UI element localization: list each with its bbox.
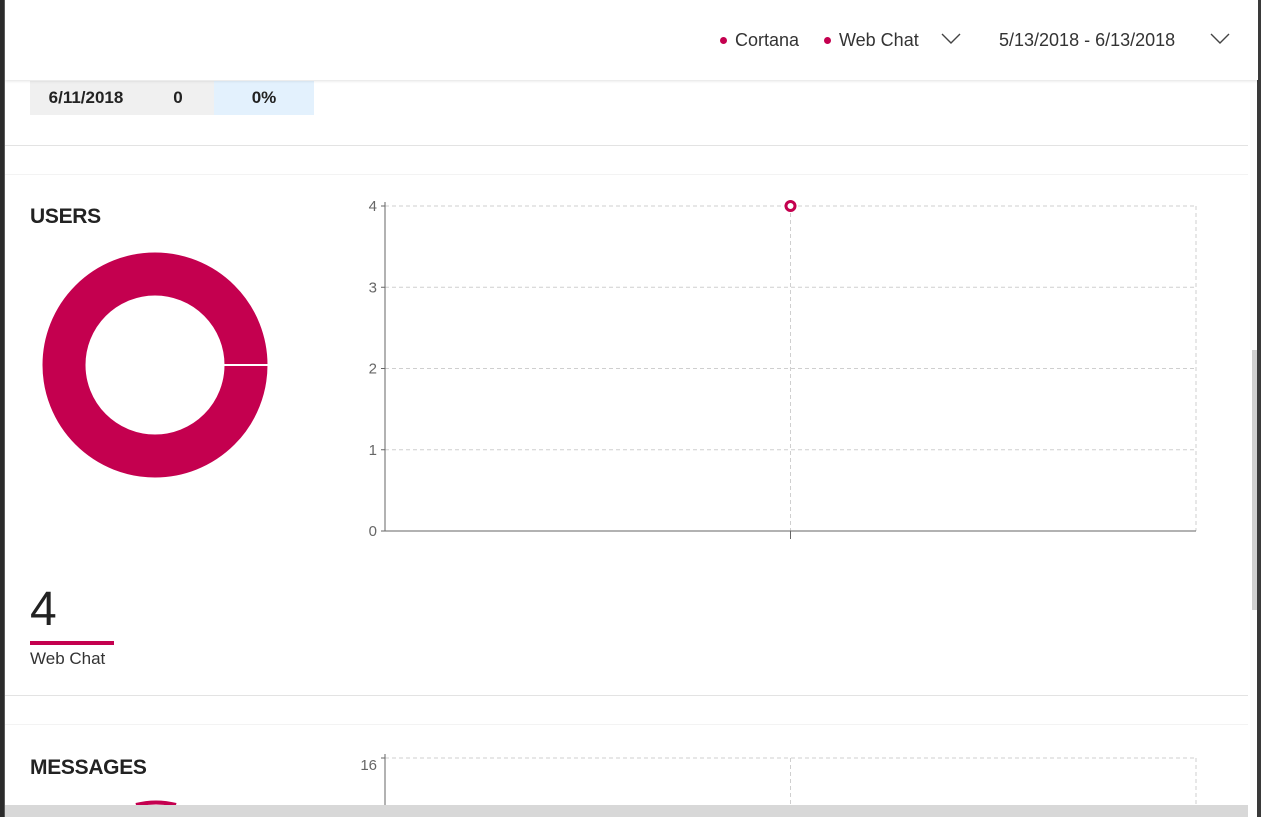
legend-dot-icon: [824, 37, 831, 44]
horizontal-scrollbar[interactable]: [5, 805, 1248, 817]
filter-bar: Cortana Web Chat 5/13/2018 - 6/13/2018: [5, 0, 1258, 80]
date-range-selector[interactable]: 5/13/2018 - 6/13/2018: [999, 30, 1175, 51]
y-tick-label: 1: [369, 442, 377, 459]
y-tick-label: 0: [369, 523, 377, 540]
percent-cell: 0%: [214, 81, 314, 115]
date-cell: 6/11/2018: [30, 81, 142, 115]
section-divider: [5, 695, 1248, 696]
y-tick-label: 16: [360, 757, 377, 774]
y-tick-label: 3: [369, 279, 377, 296]
legend-label: Cortana: [735, 30, 800, 50]
users-total-label: Web Chat: [30, 649, 106, 668]
stat-color-bar: [30, 641, 114, 645]
legend-item-cortana[interactable]: Cortana: [720, 30, 799, 51]
legend-item-web-chat[interactable]: Web Chat: [824, 30, 919, 51]
data-point: [784, 200, 797, 212]
section-divider: [5, 724, 1248, 725]
users-section-title: USERS: [30, 205, 101, 228]
y-tick-label: 2: [369, 361, 377, 378]
donut-ring: [42, 252, 268, 478]
table-row: 6/11/2018 0 0%: [30, 81, 314, 115]
section-divider: [5, 174, 1248, 175]
messages-line-chart: 16: [360, 754, 1197, 805]
date-dropdown-chevron-down-icon[interactable]: [1210, 33, 1230, 45]
y-tick-label: 4: [369, 198, 377, 215]
section-divider: [5, 145, 1248, 146]
date-range-label: 5/13/2018 - 6/13/2018: [999, 30, 1176, 50]
legend-dot-icon: [720, 37, 727, 44]
channel-dropdown-chevron-down-icon[interactable]: [941, 33, 961, 45]
window-edge: [1257, 0, 1261, 817]
count-cell: 0: [142, 81, 214, 115]
users-total-value: 4: [30, 583, 57, 636]
messages-section-title: MESSAGES: [30, 756, 147, 779]
users-line-chart: 0 1 2 3 4: [369, 198, 1197, 540]
users-donut-chart: [42, 252, 268, 478]
legend-label: Web Chat: [839, 30, 919, 50]
app-window: Cortana Web Chat 5/13/2018 - 6/13/2018 6…: [4, 0, 1258, 817]
